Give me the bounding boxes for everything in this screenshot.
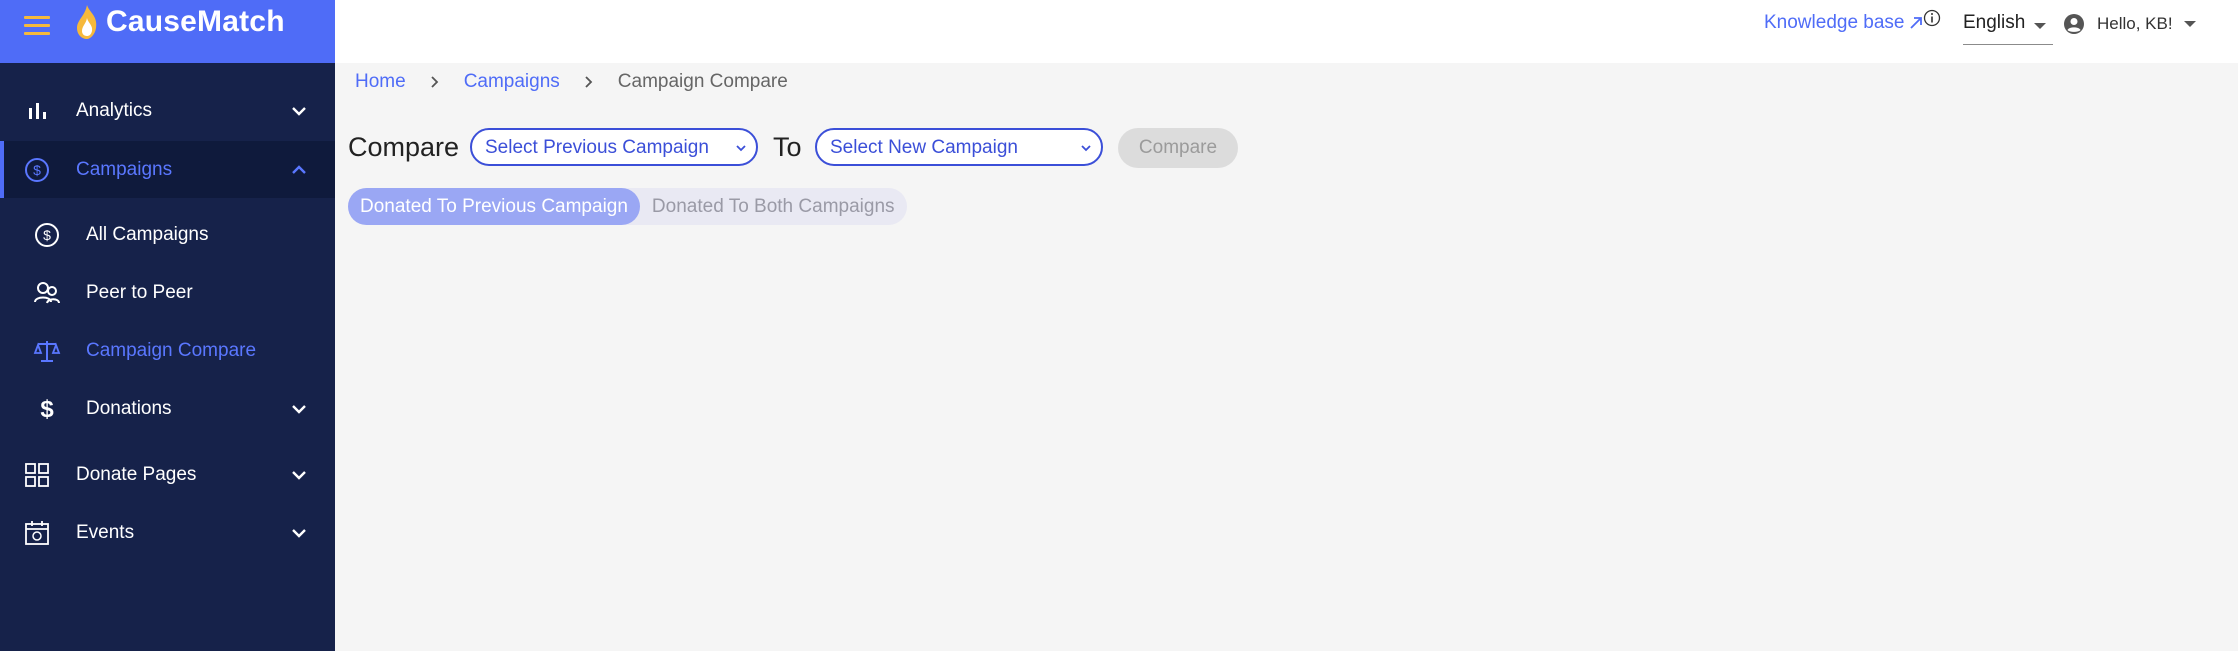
language-value: English: [1963, 12, 2026, 33]
breadcrumb-home[interactable]: Home: [355, 71, 406, 93]
donor-filter-toggle: Donated To Previous Campaign Donated To …: [348, 188, 907, 225]
account-circle-icon[interactable]: [2063, 13, 2085, 35]
chevron-up-icon: [292, 164, 306, 174]
flame-icon: [77, 5, 97, 39]
chevron-down-icon: [292, 107, 306, 116]
previous-campaign-select[interactable]: Select Previous Campaign: [470, 128, 758, 166]
breadcrumb: Home Campaigns Campaign Compare: [355, 71, 788, 93]
sidebar-item-label: Campaigns: [76, 158, 173, 180]
brand-bar: CauseMatch: [0, 0, 335, 63]
chevron-down-icon: [292, 405, 306, 414]
svg-text:$: $: [40, 396, 54, 423]
sidebar-item-label: Events: [76, 522, 135, 543]
user-greeting[interactable]: Hello, KB!: [2097, 14, 2173, 34]
sidebar-item-label: Donations: [86, 398, 172, 419]
info-icon[interactable]: [1923, 9, 1941, 27]
compare-button[interactable]: Compare: [1118, 128, 1238, 168]
sidebar-item-all-campaigns[interactable]: $ All Campaigns: [0, 209, 335, 261]
sidebar-item-peer-to-peer[interactable]: Peer to Peer: [0, 267, 335, 319]
breadcrumb-current: Campaign Compare: [617, 71, 788, 92]
topbar: [335, 0, 2238, 63]
to-label: To: [773, 132, 802, 162]
caret-down-icon: [2034, 23, 2046, 29]
sidebar-item-label: Donate Pages: [76, 464, 197, 485]
sidebar-item-campaigns[interactable]: $ Campaigns: [0, 141, 335, 198]
sidebar-item-donations[interactable]: $ Donations: [0, 383, 335, 435]
previous-campaign-placeholder: Select Previous Campaign: [485, 137, 709, 158]
breadcrumb-campaigns[interactable]: Campaigns: [464, 71, 560, 93]
logo[interactable]: CauseMatch: [74, 4, 285, 40]
svg-text:$: $: [43, 227, 51, 243]
knowledge-base-link[interactable]: Knowledge base: [1764, 12, 1924, 34]
people-icon: [32, 278, 62, 308]
sidebar: CauseMatch Analytics $ Campaigns $ All C…: [0, 0, 335, 651]
compare-heading: Compare: [348, 132, 460, 162]
logo-text: CauseMatch: [106, 5, 285, 38]
dollar-circle-icon: $: [32, 220, 62, 250]
chevron-down-icon: [1081, 145, 1091, 152]
caret-down-icon[interactable]: [2184, 21, 2196, 27]
dollar-circle-icon: $: [22, 155, 52, 185]
external-link-icon: [1909, 17, 1922, 29]
sidebar-item-campaign-compare[interactable]: Campaign Compare: [0, 325, 335, 377]
sidebar-item-analytics[interactable]: Analytics: [0, 83, 335, 139]
sidebar-item-donate-pages[interactable]: Donate Pages: [0, 447, 335, 503]
sidebar-item-label: All Campaigns: [86, 224, 209, 245]
sidebar-item-label: Analytics: [76, 100, 153, 121]
filter-donated-previous[interactable]: Donated To Previous Campaign: [348, 188, 640, 225]
chevron-right-icon: [431, 76, 438, 88]
chevron-down-icon: [736, 145, 746, 152]
dollar-sign-icon: $: [32, 394, 62, 424]
chevron-down-icon: [292, 471, 306, 480]
sidebar-item-label: Campaign Compare: [86, 340, 257, 361]
chevron-right-icon: [585, 76, 593, 88]
menu-icon[interactable]: [24, 16, 50, 36]
bar-chart-icon: [22, 96, 52, 126]
new-campaign-placeholder: Select New Campaign: [830, 137, 1018, 158]
language-select[interactable]: English: [1963, 6, 2053, 45]
scale-icon: [32, 336, 62, 366]
calendar-icon: [22, 518, 52, 548]
filter-donated-both[interactable]: Donated To Both Campaigns: [640, 188, 907, 225]
sidebar-item-label: Peer to Peer: [86, 282, 193, 303]
svg-text:$: $: [33, 162, 41, 178]
sidebar-item-events[interactable]: Events: [0, 505, 335, 561]
knowledge-base-label: Knowledge base: [1764, 12, 1905, 33]
new-campaign-select[interactable]: Select New Campaign: [815, 128, 1103, 166]
grid-icon: [22, 460, 52, 490]
chevron-down-icon: [292, 529, 306, 538]
